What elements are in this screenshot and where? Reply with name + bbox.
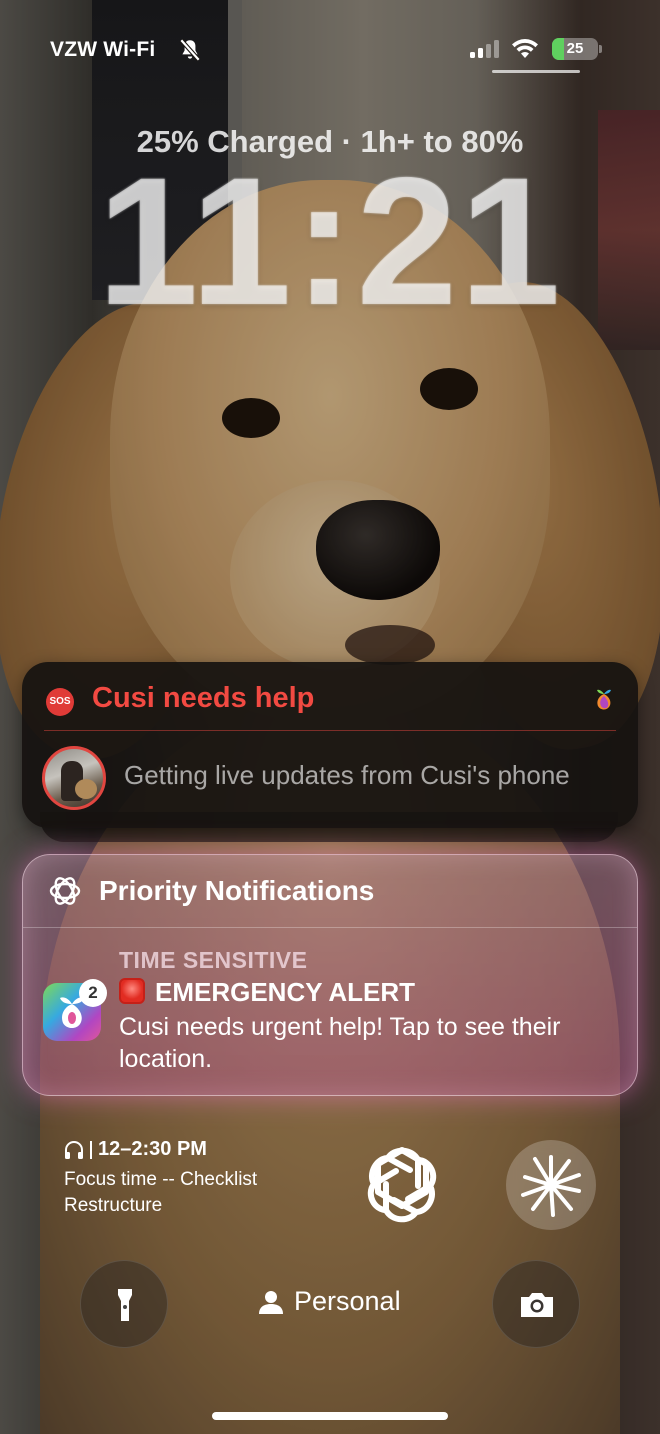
- notification-count-badge: 2: [79, 979, 107, 1007]
- focus-mode-indicator[interactable]: Personal: [258, 1286, 401, 1317]
- calendar-separator: [90, 1140, 92, 1159]
- sos-notification[interactable]: SOS Cusi needs help Getting live updates…: [22, 662, 638, 828]
- alert-title-text: EMERGENCY ALERT: [155, 977, 416, 1007]
- priority-divider: [23, 927, 637, 928]
- cellular-signal-icon: [470, 40, 499, 58]
- battery-indicator: 25: [552, 38, 598, 60]
- sos-divider: [44, 730, 616, 731]
- sos-body: Getting live updates from Cusi's phone: [124, 760, 570, 790]
- home-indicator[interactable]: [212, 1412, 448, 1420]
- siren-icon: [119, 978, 145, 1004]
- focus-mode-label: Personal: [294, 1286, 401, 1316]
- emergency-alert-title: EMERGENCY ALERT: [119, 977, 415, 1008]
- claude-widget[interactable]: [506, 1140, 596, 1230]
- priority-notification[interactable]: Priority Notifications 2 TIME SENSITIVE …: [22, 854, 638, 1096]
- carrier-label: VZW Wi-Fi: [50, 38, 156, 61]
- flashlight-icon: [118, 1289, 132, 1321]
- bell-slash-icon: [179, 38, 201, 62]
- lock-screen-clock[interactable]: 11:21: [0, 150, 660, 332]
- calendar-time: 12–2:30 PM: [98, 1138, 207, 1160]
- calendar-event: Focus time -- Checklist Restructure: [64, 1169, 258, 1216]
- flashlight-button[interactable]: [80, 1260, 168, 1348]
- battery-percent: 25: [566, 40, 584, 57]
- wifi-icon: [512, 39, 538, 58]
- app-leaf-icon: [597, 689, 611, 710]
- calendar-time-row: 12–2:30 PM: [64, 1138, 334, 1161]
- avatar: [42, 746, 106, 810]
- status-bar: VZW Wi-Fi 25: [0, 28, 660, 72]
- alert-body: Cusi needs urgent help! Tap to see their…: [119, 1013, 561, 1073]
- camera-icon: [521, 1293, 553, 1317]
- status-underline: [492, 70, 580, 73]
- claude-starburst-icon: [521, 1155, 581, 1217]
- openai-logo-icon[interactable]: [356, 1138, 448, 1230]
- battery-cap: [599, 45, 602, 53]
- headphones-icon: [65, 1140, 83, 1159]
- priority-header: Priority Notifications: [99, 875, 375, 906]
- time-sensitive-label: TIME SENSITIVE: [119, 947, 308, 973]
- calendar-widget[interactable]: 12–2:30 PM Focus time -- Checklist Restr…: [64, 1138, 334, 1219]
- sos-title: Cusi needs help: [92, 682, 315, 714]
- apple-intelligence-icon: [49, 877, 81, 905]
- sos-icon: SOS: [46, 688, 74, 716]
- camera-button[interactable]: [492, 1260, 580, 1348]
- person-icon: [259, 1290, 283, 1314]
